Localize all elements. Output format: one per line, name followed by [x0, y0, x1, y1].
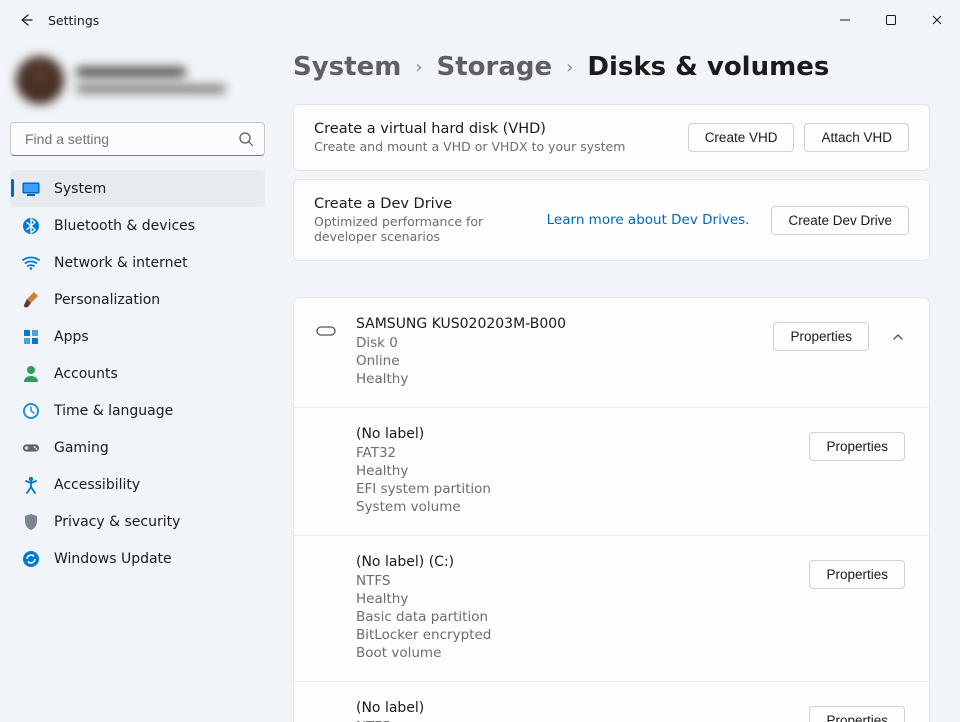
sidebar-item-apps[interactable]: Apps [10, 318, 265, 355]
gamepad-icon [22, 439, 40, 457]
sidebar-item-label: Windows Update [54, 551, 172, 567]
disk-row: (No label) (C:) NTFSHealthyBasic data par… [294, 535, 929, 681]
sidebar-item-accounts[interactable]: Accounts [10, 355, 265, 392]
disk-row: (No label)NTFSHealthyMicrosoft recovery … [294, 681, 929, 722]
disk-info-line: NTFS [356, 572, 791, 590]
drive-icon [314, 700, 338, 710]
search-input[interactable] [23, 130, 238, 148]
disk-title: (No label) (C:) [356, 554, 791, 570]
sidebar-item-label: Privacy & security [54, 514, 180, 530]
wifi-icon [22, 254, 40, 272]
vhd-sub: Create and mount a VHD or VHDX to your s… [314, 139, 688, 154]
disk-info-line: System volume [356, 498, 791, 516]
crumb-storage[interactable]: Storage [437, 52, 553, 82]
search-input-container[interactable] [10, 122, 265, 156]
disk-title: SAMSUNG KUS020203M-B000 [356, 316, 755, 332]
bluetooth-icon [22, 217, 40, 235]
clock-icon [22, 402, 40, 420]
chevron-right-icon: › [566, 57, 573, 78]
disk-info-line: Healthy [356, 370, 755, 388]
disk-info-line: Boot volume [356, 644, 791, 662]
sidebar-item-personalization[interactable]: Personalization [10, 281, 265, 318]
window-title: Settings [48, 13, 99, 28]
minimize-icon [839, 14, 851, 26]
disk-info-line: BitLocker encrypted [356, 626, 791, 644]
back-button[interactable] [12, 6, 40, 34]
minimize-button[interactable] [822, 4, 868, 36]
disk-row: (No label) FAT32HealthyEFI system partiti… [294, 407, 929, 535]
panel-devdrive: Create a Dev Drive Optimized performance… [293, 179, 930, 261]
close-button[interactable] [914, 4, 960, 36]
maximize-button[interactable] [868, 4, 914, 36]
sidebar-item-label: Apps [54, 329, 89, 345]
shield-icon [22, 513, 40, 531]
sidebar-item-gaming[interactable]: Gaming [10, 429, 265, 466]
properties-button[interactable]: Properties [809, 432, 905, 461]
properties-button[interactable]: Properties [809, 706, 905, 722]
properties-button[interactable]: Properties [773, 322, 869, 351]
disk-info-line: Healthy [356, 462, 791, 480]
sidebar-item-label: Personalization [54, 292, 160, 308]
sidebar-item-label: System [54, 181, 106, 197]
person-icon [22, 365, 40, 383]
chevron-right-icon: › [415, 57, 422, 78]
devdrive-title: Create a Dev Drive [314, 196, 547, 212]
sidebar-item-label: Accounts [54, 366, 118, 382]
sidebar-item-label: Time & language [54, 403, 173, 419]
create-devdrive-button[interactable]: Create Dev Drive [771, 206, 909, 235]
user-profile[interactable] [8, 50, 267, 118]
sidebar-item-system[interactable]: System [10, 170, 265, 207]
titlebar: Settings [0, 0, 960, 40]
attach-vhd-button[interactable]: Attach VHD [804, 123, 909, 152]
system-icon [22, 180, 40, 198]
sidebar-item-bluetooth-devices[interactable]: Bluetooth & devices [10, 207, 265, 244]
sidebar-item-label: Bluetooth & devices [54, 218, 195, 234]
drive-icon [314, 554, 338, 564]
disk-info-line: NTFS [356, 718, 791, 722]
sidebar-item-network-internet[interactable]: Network & internet [10, 244, 265, 281]
disk-info-line: FAT32 [356, 444, 791, 462]
sidebar-item-windows-update[interactable]: Windows Update [10, 540, 265, 577]
chevron-up-icon[interactable] [891, 330, 905, 344]
drive-icon [314, 426, 338, 436]
disk-row: SAMSUNG KUS020203M-B000 Disk 0OnlineHealt… [294, 298, 929, 407]
devdrive-sub: Optimized performance for developer scen… [314, 214, 547, 244]
brush-icon [22, 291, 40, 309]
properties-button[interactable]: Properties [809, 560, 905, 589]
search-icon [238, 131, 254, 147]
disk-info-line: Healthy [356, 590, 791, 608]
sidebar-item-accessibility[interactable]: Accessibility [10, 466, 265, 503]
apps-icon [22, 328, 40, 346]
breadcrumb: System › Storage › Disks & volumes [293, 52, 930, 82]
disk-info-line: Basic data partition [356, 608, 791, 626]
sidebar-item-label: Accessibility [54, 477, 140, 493]
sidebar-item-label: Gaming [54, 440, 109, 456]
drive-icon [314, 316, 338, 336]
crumb-current: Disks & volumes [587, 52, 829, 82]
panel-vhd: Create a virtual hard disk (VHD) Create … [293, 104, 930, 171]
access-icon [22, 476, 40, 494]
sidebar-item-time-language[interactable]: Time & language [10, 392, 265, 429]
sidebar-item-label: Network & internet [54, 255, 188, 271]
crumb-system[interactable]: System [293, 52, 401, 82]
devdrive-learn-link[interactable]: Learn more about Dev Drives. [547, 212, 750, 228]
disk-title: (No label) [356, 700, 791, 716]
disk-title: (No label) [356, 426, 791, 442]
disk-info-line: Disk 0 [356, 334, 755, 352]
avatar [16, 56, 64, 104]
update-icon [22, 550, 40, 568]
disk-info-line: Online [356, 352, 755, 370]
close-icon [931, 14, 943, 26]
sidebar-item-privacy-security[interactable]: Privacy & security [10, 503, 265, 540]
vhd-title: Create a virtual hard disk (VHD) [314, 121, 688, 137]
disk-info-line: EFI system partition [356, 480, 791, 498]
create-vhd-button[interactable]: Create VHD [688, 123, 795, 152]
disk-list: SAMSUNG KUS020203M-B000Disk 0OnlineHealt… [293, 297, 930, 722]
maximize-icon [885, 14, 897, 26]
back-icon [18, 12, 34, 28]
